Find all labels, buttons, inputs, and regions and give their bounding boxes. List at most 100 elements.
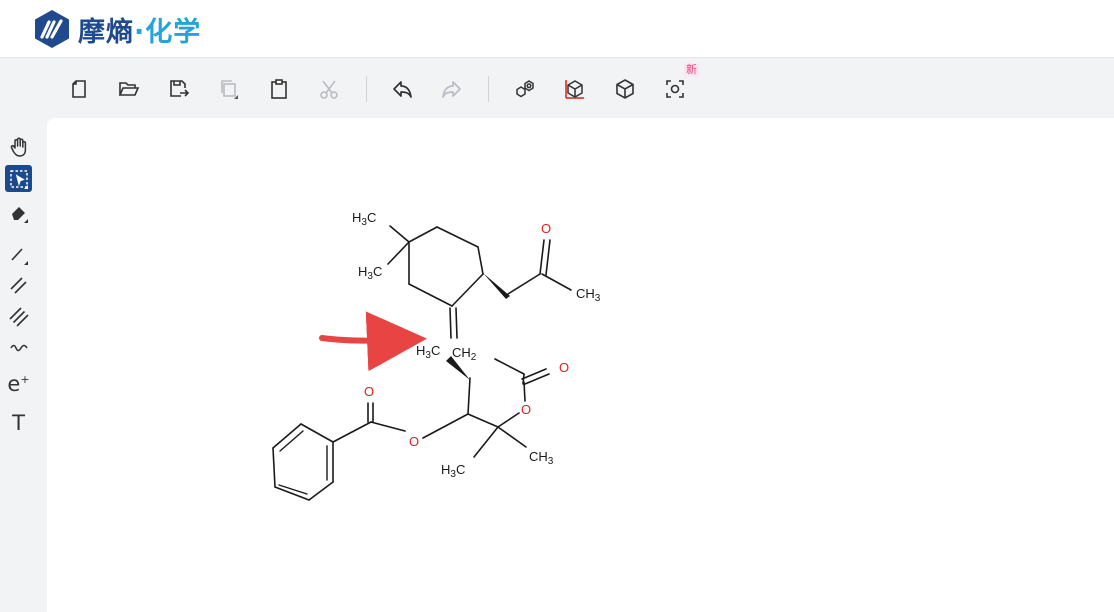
charge-tool[interactable]: e+ (5, 368, 32, 395)
triple-bond-tool[interactable] (5, 302, 32, 329)
logo-dot: · (134, 16, 146, 48)
annotation-arrow[interactable] (319, 311, 427, 372)
eraser-tool[interactable] (5, 199, 32, 226)
bond (477, 246, 484, 275)
wavy-bond-tool[interactable] (5, 335, 32, 362)
charge-label: e (7, 371, 21, 396)
copy-button[interactable] (214, 74, 244, 104)
clipboard-icon (271, 79, 287, 99)
cut-button[interactable] (314, 74, 344, 104)
logo-text-part2: 化学 (145, 16, 202, 48)
scan-icon (666, 80, 684, 98)
atom-label: O (521, 402, 531, 417)
bond (436, 226, 479, 248)
select-icon (9, 169, 28, 189)
left-toolbar: e+ T (0, 130, 40, 440)
new-file-icon (72, 80, 86, 98)
copy-icon (221, 80, 238, 99)
cube-icon (616, 79, 634, 99)
atom-label: CH3 (529, 449, 554, 467)
open-file-button[interactable] (114, 74, 144, 104)
bond (467, 377, 471, 415)
single-bond-tool[interactable] (5, 241, 32, 268)
undo-button[interactable] (387, 74, 417, 104)
scissors-icon (320, 80, 338, 99)
new-file-button[interactable] (64, 74, 94, 104)
main-toolbar: 新 (58, 63, 758, 110)
bond (300, 423, 334, 443)
redo-icon (442, 81, 461, 98)
atom-label: H3C (358, 264, 382, 282)
drawing-canvas[interactable]: H3C H3C CH3 H3C CH2 H3C CH3 O O O O O (47, 118, 1114, 612)
save-button[interactable] (164, 74, 194, 104)
text-icon: T (12, 410, 25, 435)
new-badge: 新 (684, 63, 699, 77)
bond (332, 421, 372, 443)
double-bond (521, 368, 550, 385)
bond (370, 421, 406, 432)
triple-bond-icon (8, 306, 29, 327)
toolbar-separator (488, 76, 489, 102)
bond (408, 283, 453, 307)
bond (308, 481, 334, 501)
bond (272, 447, 276, 488)
logo-mark-icon (35, 10, 69, 48)
toolbar-separator (366, 76, 367, 102)
bond (497, 426, 527, 448)
double-bond (539, 239, 551, 276)
charge-icon: e+ (7, 369, 29, 395)
double-bond-icon (9, 276, 27, 294)
bond (507, 273, 541, 295)
bond (467, 413, 499, 428)
atom-label: H3C (441, 462, 465, 480)
text-tool[interactable]: T (5, 409, 32, 436)
bond (541, 273, 572, 291)
bond (389, 225, 410, 243)
wedge-bond (483, 273, 510, 299)
atom-label: O (409, 434, 419, 449)
hand-tool[interactable] (5, 133, 32, 160)
eraser-icon (11, 206, 28, 223)
bond (497, 412, 520, 428)
double-bond-tool[interactable] (5, 271, 32, 298)
bond (387, 241, 410, 265)
paste-button[interactable] (264, 74, 294, 104)
clean-structure-button[interactable] (510, 74, 540, 104)
molecule-structure: H3C H3C CH3 H3C CH2 H3C CH3 O O O O O (272, 210, 601, 501)
bond (408, 226, 438, 243)
save-icon (170, 80, 190, 97)
atom-label: O (541, 221, 551, 236)
redo-button[interactable] (437, 74, 467, 104)
atom-labels: H3C H3C CH3 H3C CH2 H3C CH3 (352, 210, 601, 480)
undo-icon (393, 81, 412, 98)
atom-label: H3C (416, 343, 440, 361)
charge-sup: + (20, 372, 30, 386)
wavy-bond-icon (9, 344, 28, 351)
3d-view-button[interactable] (560, 74, 590, 104)
atom-label: H3C (352, 210, 376, 228)
bonds (272, 225, 572, 501)
recognize-button[interactable] (660, 74, 690, 104)
3d-axis-icon (565, 80, 584, 99)
atom-label: O (364, 384, 374, 399)
folder-open-icon (118, 82, 140, 96)
hand-icon (10, 137, 26, 157)
aromatic-bond (278, 430, 328, 495)
atom-label: CH3 (576, 286, 601, 304)
logo-text: 摩熵·化学 (78, 10, 201, 49)
atom-label: CH2 (452, 345, 477, 363)
app-logo[interactable]: 摩熵·化学 (33, 9, 201, 49)
bond (473, 426, 499, 458)
single-bond-icon (10, 247, 28, 265)
bond (523, 381, 526, 402)
bond (494, 358, 525, 375)
double-bond (449, 307, 458, 339)
atom-label: O (559, 360, 569, 375)
3d-model-button[interactable] (610, 74, 640, 104)
double-bond (367, 402, 374, 423)
select-tool[interactable] (5, 165, 32, 192)
clean-structure-icon (516, 80, 534, 98)
top-bar: 摩熵·化学 (0, 0, 1114, 58)
bond (422, 413, 469, 439)
logo-text-part1: 摩熵 (78, 16, 134, 48)
